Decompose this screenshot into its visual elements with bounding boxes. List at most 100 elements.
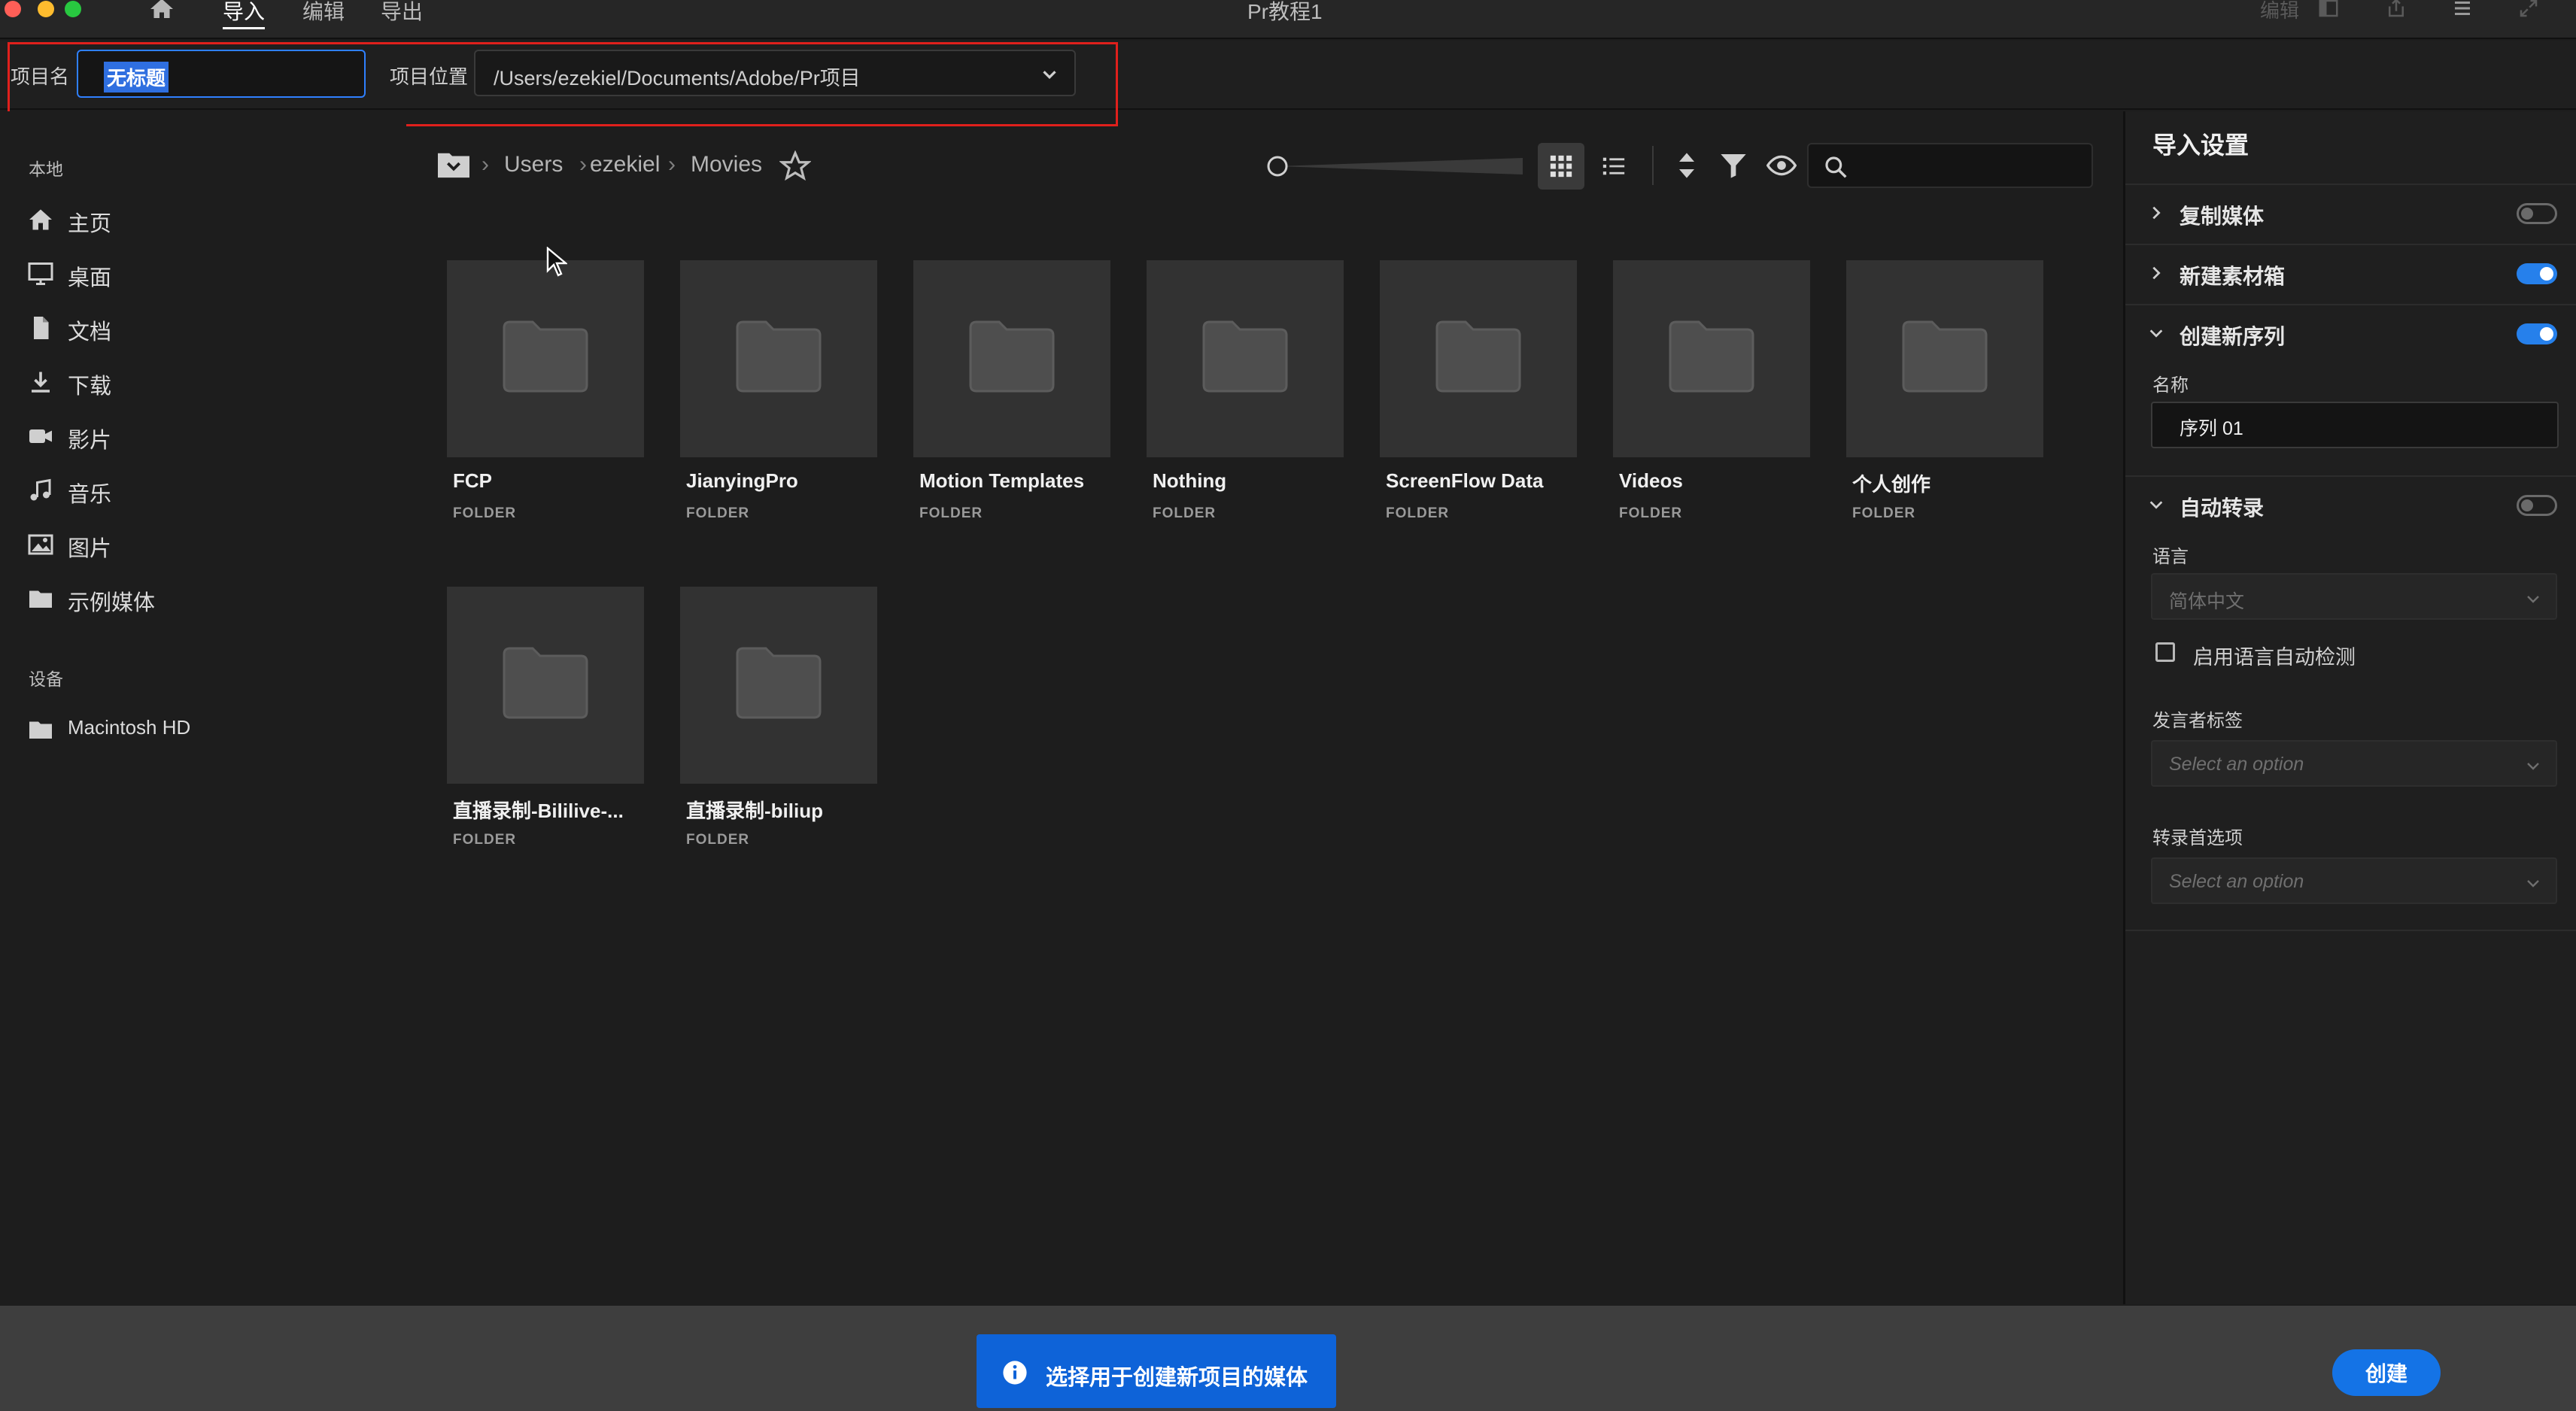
chevron-down-icon: [2149, 329, 2163, 338]
folder-kind: FOLDER: [453, 832, 517, 848]
search-icon: [1825, 156, 1847, 178]
new-sequence-toggle[interactable]: [2517, 323, 2557, 344]
create-button[interactable]: 创建: [2332, 1349, 2441, 1396]
auto-detect-row[interactable]: 启用语言自动检测: [2125, 642, 2576, 669]
tab-edit[interactable]: 编辑: [302, 0, 345, 26]
folder-name: ScreenFlow Data: [1386, 469, 1544, 492]
layout-icon[interactable]: [2316, 0, 2341, 20]
speaker-select[interactable]: Select an option: [2151, 740, 2557, 787]
sidebar-item-label: Macintosh HD: [68, 716, 191, 739]
sidebar-item-label: 文档: [68, 320, 112, 344]
info-icon: [1003, 1361, 1027, 1385]
panel-title: 导入设置: [2152, 132, 2249, 159]
breadcrumb-separator: ›: [668, 152, 676, 177]
minimize-window-button[interactable]: [38, 1, 54, 17]
chevron-right-icon: [2152, 206, 2161, 220]
list-icon: [1602, 157, 1625, 175]
folder-name: Nothing: [1153, 469, 1227, 492]
folder-icon: [503, 647, 588, 719]
sequence-name-input[interactable]: 序列 01: [2151, 402, 2559, 448]
folder-dropdown-icon[interactable]: [436, 149, 471, 181]
sidebar-item-macintosh-hd[interactable]: Macintosh HD: [27, 709, 373, 748]
document-icon: [34, 317, 49, 339]
sidebar-item-desktop[interactable]: 桌面: [27, 253, 373, 292]
sidebar-item-music[interactable]: 音乐: [27, 469, 373, 508]
info-toast: 选择用于创建新项目的媒体: [977, 1334, 1336, 1408]
folder-kind: FOLDER: [1852, 505, 1916, 521]
breadcrumb-users[interactable]: Users: [504, 152, 563, 178]
fullscreen-icon[interactable]: [2516, 0, 2541, 20]
monitor-icon: [28, 262, 53, 285]
project-name-input[interactable]: 无标题: [77, 50, 366, 98]
tab-export[interactable]: 导出: [381, 0, 423, 26]
grid-view-button[interactable]: [1538, 143, 1584, 190]
folder-name: JianyingPro: [686, 469, 798, 492]
chevron-down-icon: [2527, 880, 2539, 888]
accordion-label: 新建素材箱: [2180, 265, 2286, 288]
workspace-label[interactable]: 编辑: [2260, 0, 2299, 23]
language-label: 语言: [2152, 547, 2189, 567]
breadcrumb-movies[interactable]: Movies: [691, 152, 762, 178]
accordion-label: 自动转录: [2180, 496, 2265, 520]
zoom-window-button[interactable]: [65, 1, 81, 17]
folder-kind: FOLDER: [453, 505, 517, 521]
close-window-button[interactable]: [5, 1, 21, 17]
sidebar-item-pictures[interactable]: 图片: [27, 523, 373, 563]
panel-divider: [2125, 930, 2576, 931]
sequence-name-value: 序列 01: [2180, 418, 2243, 439]
auto-detect-checkbox[interactable]: [2155, 642, 2175, 662]
sidebar-item-movies[interactable]: 影片: [27, 415, 373, 454]
project-location-select[interactable]: /Users/ezekiel/Documents/Adobe/Pr项目: [474, 50, 1076, 96]
folder-kind: FOLDER: [1619, 505, 1683, 521]
menu-icon[interactable]: [2450, 0, 2475, 20]
language-select[interactable]: 简体中文: [2151, 573, 2557, 620]
grid-icon: [1550, 155, 1572, 178]
folder-icon: [736, 320, 822, 393]
share-icon[interactable]: [2383, 0, 2409, 20]
auto-transcribe-toggle[interactable]: [2517, 495, 2557, 516]
folder-icon: [1902, 320, 1988, 393]
project-bar: [0, 41, 2576, 110]
speaker-placeholder: Select an option: [2169, 754, 2304, 775]
sidebar-item-label: 桌面: [68, 266, 112, 290]
sidebar-item-label: 主页: [68, 212, 112, 236]
sidebar-item-sample-media[interactable]: 示例媒体: [27, 578, 373, 617]
copy-media-toggle[interactable]: [2517, 203, 2557, 224]
accordion-new-sequence[interactable]: 创建新序列: [2125, 304, 2576, 363]
tab-import[interactable]: 导入: [223, 0, 266, 29]
folder-kind: FOLDER: [1386, 505, 1450, 521]
folder-icon: [1669, 320, 1754, 393]
sequence-name-label: 名称: [2152, 375, 2189, 396]
sidebar-item-downloads[interactable]: 下载: [27, 361, 373, 400]
sidebar-item-documents[interactable]: 文档: [27, 307, 373, 346]
title-bar: 导入 编辑 导出 Pr教程1 编辑: [0, 0, 2576, 39]
accordion-auto-transcribe[interactable]: 自动转录: [2125, 475, 2576, 534]
accordion-label: 复制媒体: [2180, 205, 2265, 228]
thumbnail-size-slider[interactable]: [1267, 155, 1523, 178]
accordion-copy-media[interactable]: 复制媒体: [2125, 184, 2576, 242]
sidebar-item-label: 影片: [68, 429, 112, 453]
folder-icon: [1435, 320, 1521, 393]
filter-icon[interactable]: [1718, 150, 1748, 181]
sort-icon[interactable]: [1672, 150, 1702, 181]
folder-kind: FOLDER: [686, 505, 750, 521]
chevron-down-icon: [2149, 501, 2163, 509]
project-location-label: 项目位置: [390, 65, 469, 88]
sidebar-item-label: 下载: [68, 375, 112, 399]
folder-name: 直播录制-Bililive-...: [453, 800, 624, 822]
eye-icon[interactable]: [1766, 150, 1797, 181]
folder-thumbnail: [1846, 260, 2043, 457]
transcription-pref-select[interactable]: Select an option: [2151, 857, 2557, 904]
chevron-right-icon: [2152, 266, 2161, 280]
mouse-cursor-icon: [546, 247, 567, 277]
list-view-button[interactable]: [1590, 143, 1637, 190]
sidebar-item-home[interactable]: 主页: [27, 199, 373, 238]
breadcrumb-ezekiel[interactable]: ezekiel: [590, 152, 660, 178]
search-input[interactable]: [1807, 143, 2093, 188]
home-icon[interactable]: [144, 0, 179, 23]
chevron-down-icon: [1043, 71, 1056, 80]
new-bin-toggle[interactable]: [2517, 263, 2557, 284]
folder-name: 个人创作: [1852, 473, 1931, 496]
accordion-new-bin[interactable]: 新建素材箱: [2125, 244, 2576, 302]
star-icon[interactable]: [779, 150, 811, 182]
